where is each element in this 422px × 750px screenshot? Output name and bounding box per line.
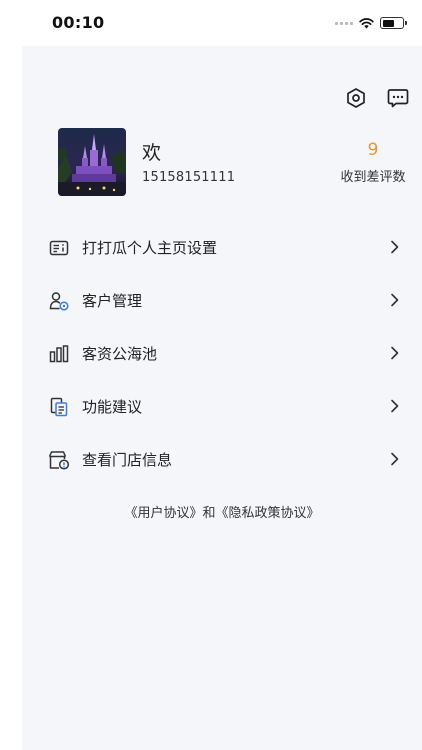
wifi-icon bbox=[359, 17, 374, 28]
menu-item-customer-pool[interactable]: 客资公海池 bbox=[48, 327, 400, 380]
profile-screen: 欢 15158151111 9 收到差评数 打打瓜个人主页设置 客户管理 客资公… bbox=[22, 46, 422, 750]
menu-item-homepage-settings[interactable]: 打打瓜个人主页设置 bbox=[48, 221, 400, 274]
menu-item-label: 打打瓜个人主页设置 bbox=[82, 239, 218, 257]
document-icon bbox=[48, 396, 70, 418]
battery-icon bbox=[380, 17, 407, 29]
privacy-agreement-link[interactable]: 《隐私政策协议》 bbox=[216, 506, 320, 521]
profile-phone: 15158151111 bbox=[142, 170, 236, 185]
status-time: 00:10 bbox=[52, 13, 105, 32]
user-agreement-link[interactable]: 《用户协议》 bbox=[124, 506, 202, 521]
menu-item-feedback[interactable]: 功能建议 bbox=[48, 380, 400, 433]
signal-icon bbox=[335, 21, 353, 25]
chevron-right-icon bbox=[391, 293, 399, 307]
avatar[interactable] bbox=[58, 128, 126, 196]
agreement-links: 《用户协议》和《隐私政策协议》 bbox=[22, 502, 422, 521]
profile-name: 欢 bbox=[142, 142, 162, 164]
bar-chart-icon bbox=[48, 343, 70, 365]
menu-item-label: 功能建议 bbox=[82, 398, 143, 416]
chevron-right-icon bbox=[391, 399, 399, 413]
settings-menu: 打打瓜个人主页设置 客户管理 客资公海池 功能建议 查看门店信息 bbox=[48, 221, 400, 486]
bad-review-label: 收到差评数 bbox=[340, 170, 406, 185]
menu-item-customer-management[interactable]: 客户管理 bbox=[48, 274, 400, 327]
store-info-icon bbox=[48, 449, 70, 471]
status-icons bbox=[335, 16, 407, 30]
profile-card: 欢 15158151111 9 收到差评数 bbox=[58, 128, 408, 198]
user-settings-icon bbox=[48, 290, 70, 312]
menu-item-label: 查看门店信息 bbox=[82, 451, 173, 469]
chevron-right-icon bbox=[391, 452, 399, 466]
chevron-right-icon bbox=[391, 240, 399, 254]
menu-item-label: 客资公海池 bbox=[82, 345, 158, 363]
menu-item-label: 客户管理 bbox=[82, 292, 143, 310]
id-card-icon bbox=[48, 237, 70, 259]
bad-review-stat[interactable]: 9 收到差评数 bbox=[338, 140, 408, 185]
message-icon[interactable] bbox=[386, 86, 410, 110]
agreement-connector: 和 bbox=[202, 506, 216, 521]
bad-review-count: 9 bbox=[367, 140, 379, 160]
chevron-right-icon bbox=[391, 346, 399, 360]
settings-icon[interactable] bbox=[344, 86, 368, 110]
status-bar: 00:10 bbox=[0, 0, 422, 46]
menu-item-store-info[interactable]: 查看门店信息 bbox=[48, 433, 400, 486]
